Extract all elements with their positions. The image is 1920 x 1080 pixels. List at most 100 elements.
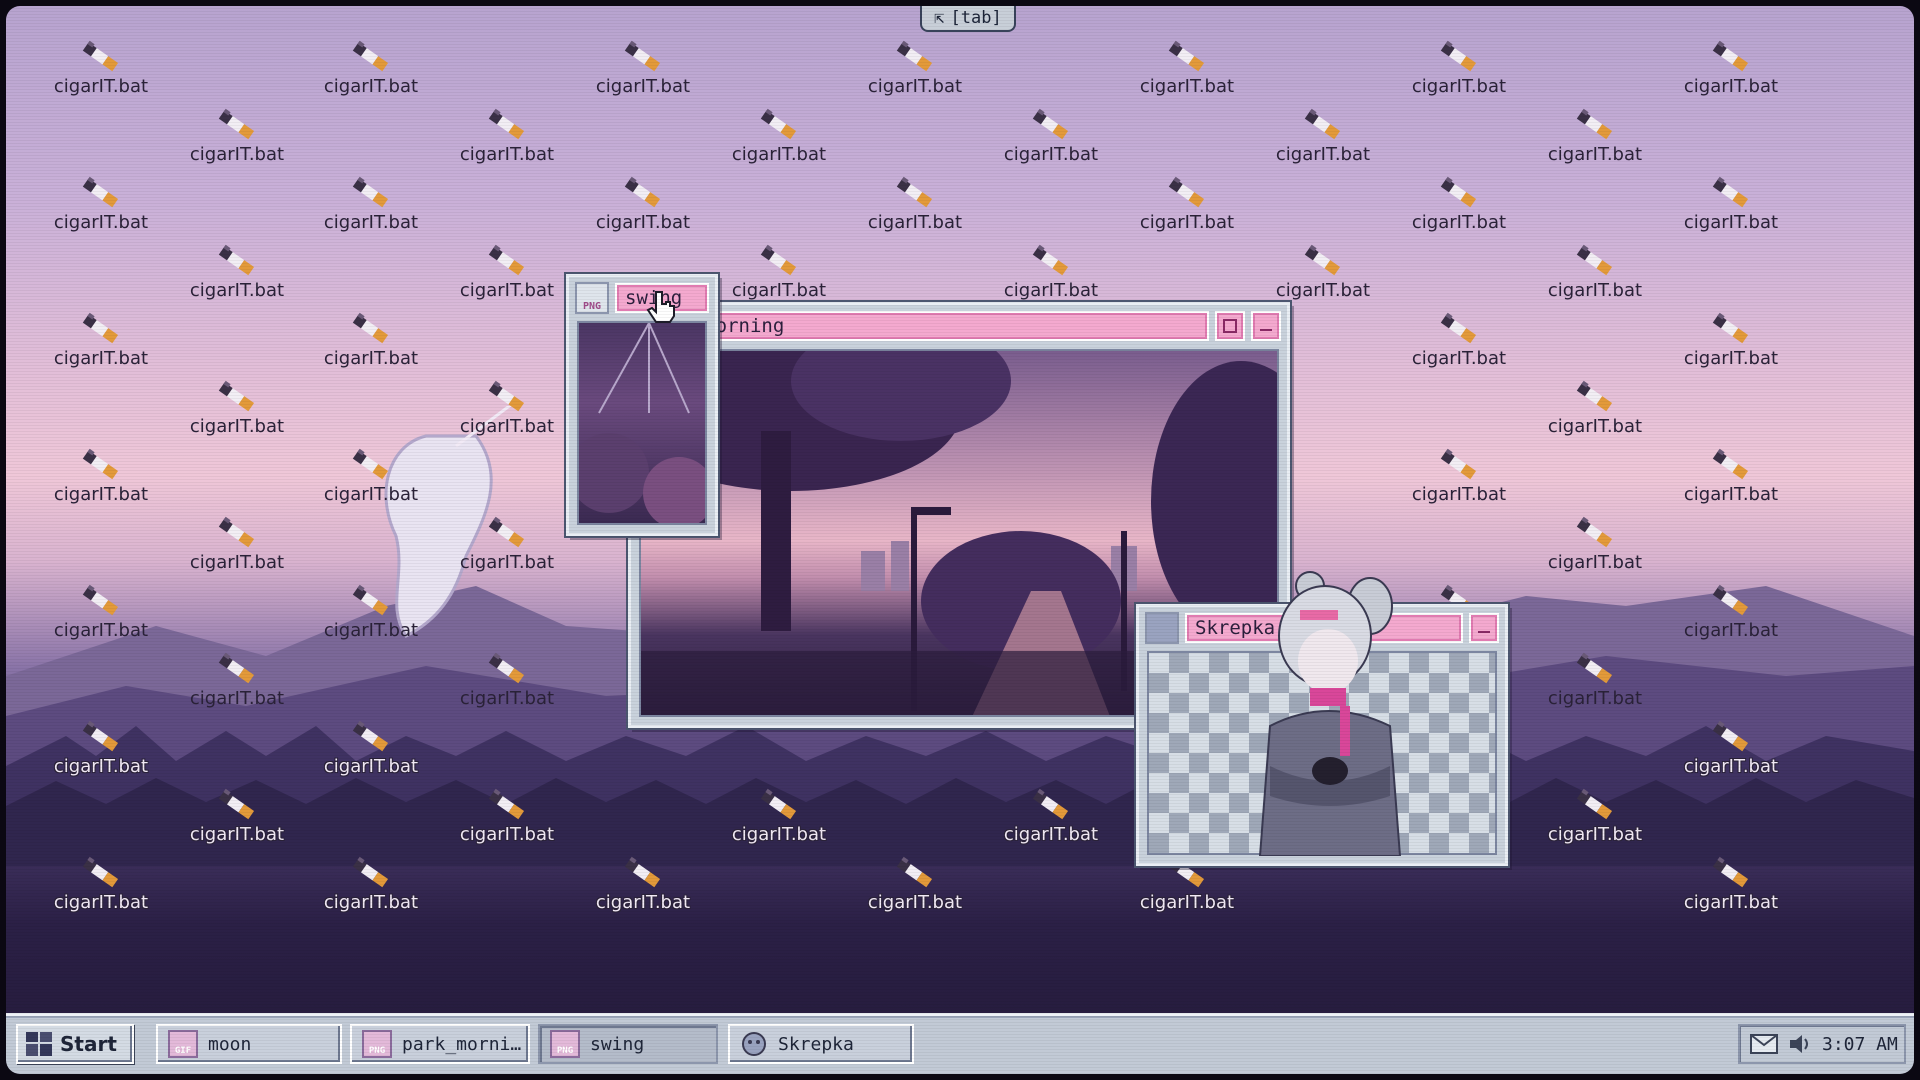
minimize-icon [1260, 329, 1272, 331]
desktop-icon-cigarit[interactable]: cigarIT.bat [1666, 580, 1796, 650]
desktop-icon-cigarit[interactable]: cigarIT.bat [172, 648, 302, 718]
tab-hint-label: [tab] [950, 8, 1002, 28]
desktop-icon-label: cigarIT.bat [53, 484, 149, 505]
desktop-icon-cigarit[interactable]: cigarIT.bat [172, 376, 302, 446]
desktop-icon-cigarit[interactable]: cigarIT.bat [36, 444, 166, 514]
desktop-icon-cigarit[interactable]: cigarIT.bat [1530, 784, 1660, 854]
cigarette-icon [352, 720, 389, 752]
taskbar-item-swing[interactable]: PNG swing [538, 1024, 718, 1064]
desktop-icon-label: cigarIT.bat [459, 280, 555, 301]
desktop-icon-cigarit[interactable]: cigarIT.bat [1666, 852, 1796, 922]
desktop-icon-cigarit[interactable]: cigarIT.bat [36, 172, 166, 242]
window-title[interactable]: park_morning [637, 311, 1209, 341]
desktop-icon-cigarit[interactable]: cigarIT.bat [442, 512, 572, 582]
desktop-icon-cigarit[interactable]: cigarIT.bat [850, 172, 980, 242]
desktop-icon-label: cigarIT.bat [1003, 144, 1099, 165]
desktop-icon-cigarit[interactable]: cigarIT.bat [1394, 308, 1524, 378]
minimize-button[interactable] [1251, 311, 1281, 341]
desktop-icon-cigarit[interactable]: cigarIT.bat [1666, 36, 1796, 106]
desktop-icon-label: cigarIT.bat [189, 144, 285, 165]
desktop-icon-cigarit[interactable]: cigarIT.bat [172, 784, 302, 854]
desktop-icon-cigarit[interactable]: cigarIT.bat [172, 240, 302, 310]
swing-window[interactable]: PNG swing [566, 274, 718, 536]
cigarette-icon [488, 516, 525, 548]
cigarette-icon [1576, 244, 1613, 276]
tab-hint[interactable]: ⇱ [tab] [920, 6, 1016, 32]
taskbar-item-park-morning[interactable]: PNG park_morni… [350, 1024, 530, 1064]
desktop-icon-cigarit[interactable]: cigarIT.bat [714, 240, 844, 310]
desktop-icon-cigarit[interactable]: cigarIT.bat [578, 36, 708, 106]
desktop-icon-cigarit[interactable]: cigarIT.bat [1394, 36, 1524, 106]
desktop-icon-cigarit[interactable]: cigarIT.bat [1122, 36, 1252, 106]
speaker-icon[interactable] [1788, 1033, 1812, 1055]
desktop-icon-cigarit[interactable]: cigarIT.bat [442, 104, 572, 174]
desktop-icon-cigarit[interactable]: cigarIT.bat [36, 716, 166, 786]
desktop-icon-label: cigarIT.bat [323, 484, 419, 505]
desktop-icon-cigarit[interactable]: cigarIT.bat [306, 36, 436, 106]
cigarette-icon [218, 516, 255, 548]
maximize-button[interactable] [1215, 311, 1245, 341]
cigarette-icon [218, 380, 255, 412]
desktop-icon-cigarit[interactable]: cigarIT.bat [1394, 444, 1524, 514]
desktop-icon-cigarit[interactable]: cigarIT.bat [1394, 172, 1524, 242]
desktop-icon-cigarit[interactable]: cigarIT.bat [850, 36, 980, 106]
desktop-icon-cigarit[interactable]: cigarIT.bat [306, 580, 436, 650]
desktop-icon-cigarit[interactable]: cigarIT.bat [986, 784, 1116, 854]
desktop-icon-cigarit[interactable]: cigarIT.bat [36, 308, 166, 378]
desktop-icon-cigarit[interactable]: cigarIT.bat [1530, 648, 1660, 718]
desktop-icon-cigarit[interactable]: cigarIT.bat [442, 376, 572, 446]
desktop-icon-cigarit[interactable]: cigarIT.bat [714, 784, 844, 854]
start-button[interactable]: Start [16, 1024, 134, 1064]
desktop-icon-cigarit[interactable]: cigarIT.bat [1666, 716, 1796, 786]
desktop-icon-label: cigarIT.bat [459, 688, 555, 709]
desktop-icon-cigarit[interactable]: cigarIT.bat [1258, 240, 1388, 310]
desktop-icon-cigarit[interactable]: cigarIT.bat [1530, 376, 1660, 446]
desktop-icon-label: cigarIT.bat [323, 348, 419, 369]
taskbar-item-skrepka[interactable]: Skrepka [728, 1024, 914, 1064]
desktop-icon-cigarit[interactable]: cigarIT.bat [306, 172, 436, 242]
desktop-icon-cigarit[interactable]: cigarIT.bat [306, 444, 436, 514]
desktop-icon-cigarit[interactable]: cigarIT.bat [306, 308, 436, 378]
skrepka-character [1258, 571, 1402, 856]
minimize-button[interactable] [1469, 613, 1499, 643]
cigarette-icon [624, 856, 661, 888]
cigarette-icon [1712, 584, 1749, 616]
desktop-icon-cigarit[interactable]: cigarIT.bat [172, 512, 302, 582]
desktop-icon-cigarit[interactable]: cigarIT.bat [1122, 172, 1252, 242]
desktop-icon-cigarit[interactable]: cigarIT.bat [578, 852, 708, 922]
desktop-icon-cigarit[interactable]: cigarIT.bat [1666, 444, 1796, 514]
desktop-icon-label: cigarIT.bat [1411, 76, 1507, 97]
desktop-icon-cigarit[interactable]: cigarIT.bat [442, 784, 572, 854]
desktop-icon-cigarit[interactable]: cigarIT.bat [36, 852, 166, 922]
desktop-icon-cigarit[interactable]: cigarIT.bat [578, 172, 708, 242]
desktop-icon-label: cigarIT.bat [1003, 280, 1099, 301]
taskbar-item-moon[interactable]: GIF moon [156, 1024, 342, 1064]
desktop-icon-cigarit[interactable]: cigarIT.bat [986, 104, 1116, 174]
desktop-icon-cigarit[interactable]: cigarIT.bat [36, 36, 166, 106]
cigarette-icon [896, 40, 933, 72]
desktop-icon-label: cigarIT.bat [459, 552, 555, 573]
desktop-icon-cigarit[interactable]: cigarIT.bat [1530, 512, 1660, 582]
desktop-icon-label: cigarIT.bat [1411, 484, 1507, 505]
cigarette-icon [1304, 108, 1341, 140]
desktop-icon-cigarit[interactable]: cigarIT.bat [1530, 240, 1660, 310]
desktop-icon-cigarit[interactable]: cigarIT.bat [850, 852, 980, 922]
desktop-icon-cigarit[interactable]: cigarIT.bat [36, 580, 166, 650]
desktop-icon-cigarit[interactable]: cigarIT.bat [714, 104, 844, 174]
desktop-icon-label: cigarIT.bat [189, 688, 285, 709]
mail-icon[interactable] [1750, 1034, 1778, 1054]
desktop-icon-cigarit[interactable]: cigarIT.bat [172, 104, 302, 174]
desktop-icon-cigarit[interactable]: cigarIT.bat [986, 240, 1116, 310]
desktop-icon-label: cigarIT.bat [459, 824, 555, 845]
desktop-icon-label: cigarIT.bat [1547, 824, 1643, 845]
desktop-icon-cigarit[interactable]: cigarIT.bat [1666, 308, 1796, 378]
hand-cursor-icon [646, 291, 675, 323]
desktop-icon-cigarit[interactable]: cigarIT.bat [1666, 172, 1796, 242]
desktop-icon-cigarit[interactable]: cigarIT.bat [442, 240, 572, 310]
desktop-icon-cigarit[interactable]: cigarIT.bat [306, 716, 436, 786]
cigarette-icon [218, 788, 255, 820]
desktop-icon-cigarit[interactable]: cigarIT.bat [306, 852, 436, 922]
desktop-icon-cigarit[interactable]: cigarIT.bat [1258, 104, 1388, 174]
desktop-icon-cigarit[interactable]: cigarIT.bat [1530, 104, 1660, 174]
desktop-icon-cigarit[interactable]: cigarIT.bat [442, 648, 572, 718]
